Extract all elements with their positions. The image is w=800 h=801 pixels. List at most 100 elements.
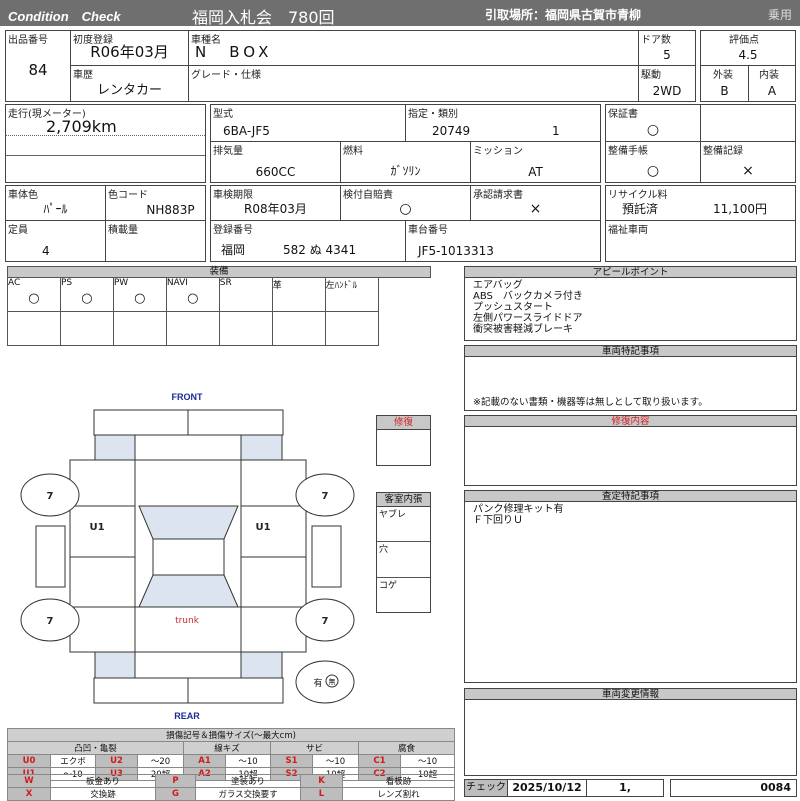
assess-item: パンク修理キット有 bbox=[473, 504, 564, 515]
legend-cell: K bbox=[300, 774, 343, 788]
doors-cell: ドア数 5 bbox=[638, 30, 696, 66]
insurance-label: 検付自賠責 bbox=[343, 190, 393, 201]
displacement: 660CC bbox=[255, 165, 296, 179]
score-cell: 評価点 4.5 bbox=[700, 30, 796, 66]
check-date: 2025/10/12 bbox=[507, 779, 587, 797]
class-cell: 指定・類別 20749 1 bbox=[405, 104, 601, 142]
interior-burn: コゲ bbox=[379, 581, 398, 591]
appeal-item: ABS バックカメラ付き bbox=[473, 291, 583, 302]
approval-label: 承認請求書 bbox=[473, 190, 523, 201]
legend-cell: レンズ割れ bbox=[342, 787, 455, 801]
records: × bbox=[742, 163, 754, 179]
doors: 5 bbox=[663, 48, 671, 62]
fuel-label: 燃料 bbox=[343, 146, 363, 157]
fuel: ｶﾞｿﾘﾝ bbox=[390, 164, 421, 178]
equip-ps: PS ○ bbox=[59, 277, 114, 312]
legend-cell: 交換跡 bbox=[50, 787, 156, 801]
plate-number: 582 ぬ 4341 bbox=[283, 243, 357, 257]
lot-cell: 出品番号 84 bbox=[5, 30, 71, 102]
approval: × bbox=[529, 201, 542, 217]
capacity-label: 定員 bbox=[8, 225, 28, 236]
assess-panel: 査定特記事項 パンク修理キット有 Ｆ下回りＵ bbox=[464, 490, 797, 683]
repair-legend: W 板金あり P 塗装あり K 看板跡 X 交換跡 G ガラス交換要す L レンズ割れ bbox=[7, 774, 455, 801]
legend-cell: AC bbox=[8, 278, 21, 288]
recycle-cell: リサイクル料 預託済 11,100円 bbox=[605, 185, 796, 221]
mission: AT bbox=[528, 165, 543, 179]
model-cell: 車種名 N BOX bbox=[188, 30, 639, 66]
legend-cell: 板金あり bbox=[50, 774, 156, 788]
rear-right-fender bbox=[240, 651, 283, 679]
pickup-location: 引取場所：福岡県古賀市青柳 bbox=[485, 8, 642, 22]
legend-cell: P bbox=[155, 774, 196, 788]
drive-cell: 駆動 2WD bbox=[638, 65, 696, 102]
class-number: 20749 bbox=[432, 124, 471, 138]
repair-content-title: 修復内容 bbox=[465, 416, 796, 427]
change-panel: 車両変更情報 bbox=[464, 688, 797, 776]
warranty-label: 保証書 bbox=[608, 109, 638, 120]
chassis-label: 車台番号 bbox=[408, 225, 448, 236]
tire-rr-value: 7 bbox=[322, 616, 329, 627]
damage-left: U1 bbox=[89, 522, 104, 533]
body-color: ﾊﾟｰﾙ bbox=[43, 202, 68, 216]
grade-cell: グレード・仕様 bbox=[188, 65, 639, 102]
color-code-cell: 色コード NH883P bbox=[105, 185, 206, 221]
displacement-label: 排気量 bbox=[213, 146, 243, 157]
history: レンタカー bbox=[96, 83, 162, 98]
brand: Condition Check bbox=[8, 9, 121, 24]
legend-cell: NAVI bbox=[166, 278, 188, 288]
class-label: 指定・類別 bbox=[408, 109, 458, 120]
records-label: 整備記録 bbox=[703, 146, 743, 157]
legend-cell: エクボ bbox=[50, 754, 96, 768]
load-cell: 積載量 bbox=[105, 220, 206, 262]
appeal-item: プッシュスタート bbox=[473, 302, 553, 313]
appeal-item: 左側パワースライドドア bbox=[473, 313, 583, 324]
spare-have: 有 bbox=[313, 677, 322, 689]
rear-label: REAR bbox=[174, 711, 200, 721]
recycle-status: 預託済 bbox=[622, 202, 659, 216]
equip-ac: AC ○ bbox=[7, 277, 61, 312]
type-label: 型式 bbox=[213, 109, 233, 120]
legend-cell: ～10 bbox=[400, 754, 455, 768]
interior-tear: ヤブレ bbox=[377, 507, 430, 542]
drive-label: 駆動 bbox=[641, 70, 661, 81]
assess-title: 査定特記事項 bbox=[465, 491, 796, 502]
notes-panel: 車両特記事項 ※記載のない書類・機器等は無しとして取り扱います。 bbox=[464, 345, 797, 411]
rear-left-fender bbox=[94, 651, 136, 679]
legend-cat: 腐食 bbox=[358, 741, 455, 755]
appeal-item: 衝突被害軽減ブレーキ bbox=[473, 324, 573, 335]
spare-tire bbox=[295, 660, 355, 704]
first-reg: R06年03月 bbox=[90, 43, 169, 61]
recycle-fee: 11,100円 bbox=[713, 202, 767, 216]
tire-fr-value: 7 bbox=[322, 491, 329, 502]
displacement-cell: 排気量 660CC bbox=[210, 141, 341, 183]
color-label: 車体色 bbox=[8, 190, 38, 201]
header-bar: Condition Check 福岡入札会 780回 引取場所：福岡県古賀市青柳… bbox=[0, 0, 800, 27]
mileage-cell: 走行(現メーター) 2,709km bbox=[5, 104, 206, 183]
change-title: 車両変更情報 bbox=[465, 689, 796, 700]
grade-label: グレード・仕様 bbox=[191, 70, 261, 81]
legend-cell: 塗装あり bbox=[195, 774, 301, 788]
welfare-cell: 福祉車両 bbox=[605, 220, 796, 262]
plate-cell: 登録番号 福岡 582 ぬ 4341 bbox=[210, 220, 406, 262]
rear-glass bbox=[138, 574, 239, 608]
legend-cell: G bbox=[155, 787, 196, 801]
legend-cell: 左ﾊﾝﾄﾞﾙ bbox=[325, 281, 358, 291]
legend-cell: 看板跡 bbox=[342, 774, 455, 788]
legend-cell: PS bbox=[60, 278, 73, 288]
notes-title: 車両特記事項 bbox=[465, 346, 796, 357]
class-sub: 1 bbox=[552, 124, 560, 138]
roof bbox=[152, 538, 225, 576]
model-type: 6BA-JF5 bbox=[223, 124, 270, 138]
exterior-cell: 外装 B bbox=[700, 65, 749, 102]
legend-cell: ～20 bbox=[137, 754, 184, 768]
equip-sr: SR bbox=[218, 277, 273, 312]
legend-cell: L bbox=[300, 787, 343, 801]
records-cell: 整備記録 × bbox=[700, 141, 796, 183]
manual-cell: 整備手帳 ○ bbox=[605, 141, 701, 183]
code-cell: 0084 bbox=[670, 779, 797, 797]
manual-label: 整備手帳 bbox=[608, 146, 648, 157]
history-cell: 車歴 レンタカー bbox=[70, 65, 189, 102]
legend-cell: C1 bbox=[358, 754, 401, 768]
num: 1, bbox=[619, 781, 631, 794]
exterior-label: 外装 bbox=[713, 70, 733, 81]
